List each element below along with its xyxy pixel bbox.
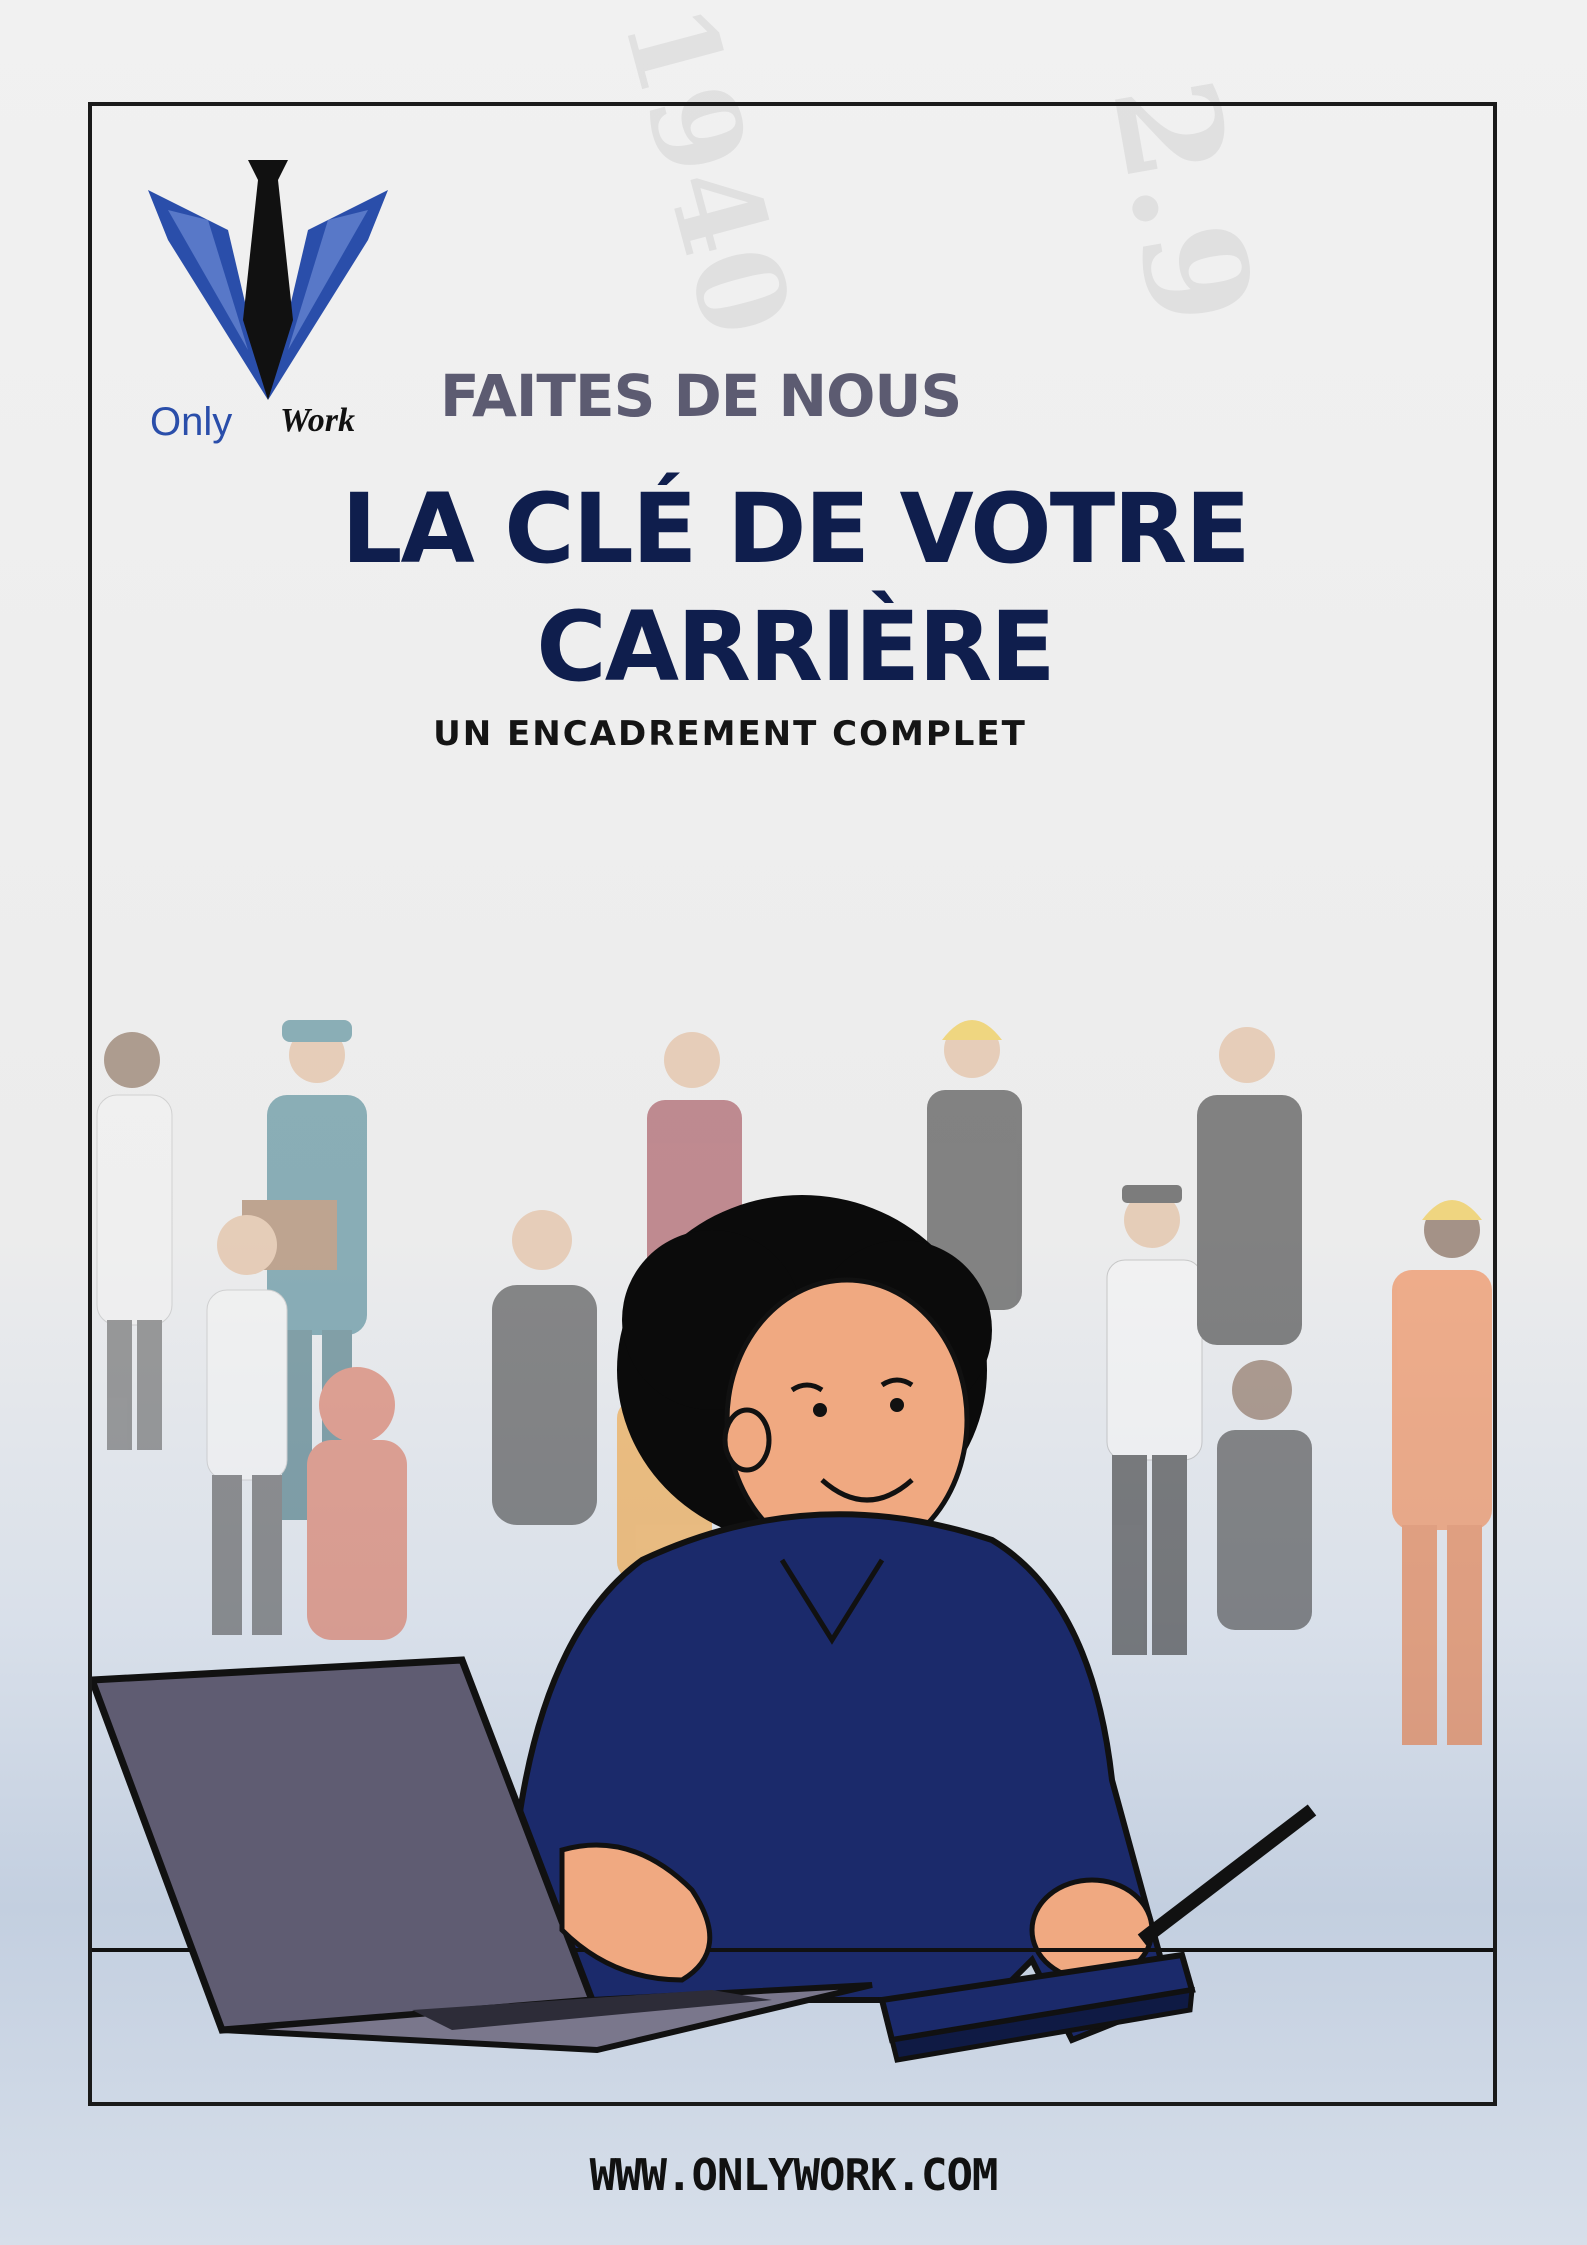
logo-text-only: Only xyxy=(150,400,233,444)
headline-line-1: LA CLÉ DE VOTRE xyxy=(341,473,1250,585)
kicker-text: FAITES DE NOUS xyxy=(440,362,962,430)
website-url[interactable]: WWW.ONLYWORK.COM xyxy=(0,2150,1587,2201)
page-title: LA CLÉ DE VOTRE CARRIÈRE xyxy=(180,470,1410,706)
headline-line-2: CARRIÈRE xyxy=(536,591,1055,703)
pen-icon xyxy=(1137,1804,1317,1946)
hero-illustration xyxy=(92,1020,1493,2063)
logo-text-work: Work xyxy=(280,402,355,439)
subtitle-text: UN ENCADREMENT COMPLET xyxy=(433,714,1027,754)
